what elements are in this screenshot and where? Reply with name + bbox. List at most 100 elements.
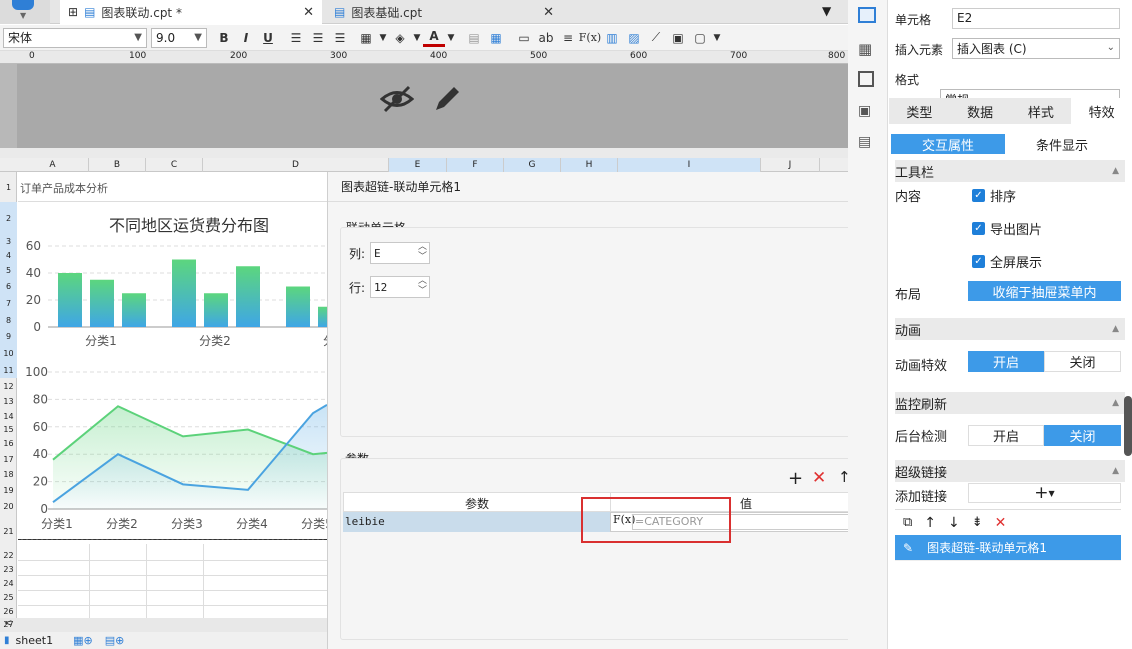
- copy-icon[interactable]: ⧉: [903, 515, 912, 530]
- add-link-button[interactable]: + ▼: [968, 483, 1121, 503]
- text-color-icon[interactable]: A: [423, 29, 445, 47]
- column-header-d[interactable]: D: [203, 158, 389, 172]
- row-header-5[interactable]: 5: [0, 262, 17, 278]
- animation-off-button[interactable]: 关闭: [1044, 351, 1121, 372]
- sheet-tab[interactable]: sheet1: [16, 634, 54, 647]
- row-header-26[interactable]: 26: [0, 604, 17, 618]
- chevron-down-icon[interactable]: ▼: [411, 27, 423, 49]
- column-header-b[interactable]: B: [89, 158, 146, 172]
- italic-button[interactable]: I: [235, 27, 257, 49]
- monitor-on-button[interactable]: 开启: [968, 425, 1044, 446]
- spinner-arrows-icon[interactable]: ︿ ﹀: [418, 276, 427, 296]
- hide-eye-icon[interactable]: [380, 84, 414, 114]
- tab-data[interactable]: 数据: [950, 98, 1011, 124]
- row-header-15[interactable]: 15: [0, 423, 17, 436]
- row-header-16[interactable]: 16: [0, 436, 17, 451]
- richtext-icon[interactable]: ≡: [557, 27, 579, 49]
- design-splitter[interactable]: [0, 148, 848, 158]
- align-left-icon[interactable]: ☰: [285, 27, 307, 49]
- app-menu[interactable]: ▼: [0, 0, 50, 24]
- delete-param-icon[interactable]: ✕: [812, 468, 826, 488]
- tab-list-icon[interactable]: ▼: [822, 4, 831, 18]
- subreport-icon[interactable]: ▣: [667, 27, 689, 49]
- add-sheet-icon[interactable]: ▦⊕: [73, 634, 93, 647]
- monitor-off-button[interactable]: 关闭: [1044, 425, 1121, 446]
- edit-pencil-icon[interactable]: [432, 82, 464, 114]
- chevron-down-icon[interactable]: ▼: [445, 27, 457, 49]
- row-header-1[interactable]: 1: [0, 172, 17, 202]
- row-header-12[interactable]: 12: [0, 378, 17, 394]
- bar-chart[interactable]: 不同地区运货费分布图 0204060分类1分类2分: [18, 200, 327, 360]
- tab-style[interactable]: 样式: [1011, 98, 1072, 124]
- row-header-4[interactable]: 4: [0, 248, 17, 262]
- column-header-j[interactable]: J: [761, 158, 820, 172]
- row-header-22[interactable]: 22: [0, 548, 17, 562]
- tab-chart-linkage[interactable]: ⊞ ▤ 图表联动.cpt * ✕: [60, 0, 322, 24]
- row-spinner[interactable]: 12 ︿ ﹀: [370, 276, 430, 298]
- bar[interactable]: [122, 293, 146, 327]
- column-header-g[interactable]: G: [504, 158, 561, 172]
- add-report-icon[interactable]: ▤⊕: [105, 634, 125, 647]
- font-family-select[interactable]: 宋体 ▼: [3, 27, 147, 48]
- row-header-8[interactable]: 8: [0, 312, 17, 328]
- delete-icon[interactable]: ✕: [995, 515, 1007, 531]
- area-chart[interactable]: 0 20 40 60 80 100 分类1 分类2 分类3 分类4 分类5: [18, 362, 327, 534]
- fill-color-icon[interactable]: ◈: [389, 27, 411, 49]
- row-header-10[interactable]: 10: [0, 344, 17, 362]
- slash-icon[interactable]: ⟋: [645, 27, 667, 49]
- close-icon[interactable]: ✕: [543, 5, 554, 20]
- collapse-icon[interactable]: ▲: [1112, 324, 1119, 334]
- formula-icon[interactable]: F(x): [579, 27, 601, 49]
- row-header-14[interactable]: 14: [0, 409, 17, 423]
- row-header-23[interactable]: 23: [0, 562, 17, 576]
- bar[interactable]: [318, 306, 327, 327]
- horizontal-scrollbar[interactable]: <: [0, 618, 327, 632]
- layout-drawer-button[interactable]: 收缩于抽屉菜单内: [968, 281, 1121, 301]
- font-size-select[interactable]: 9.0 ▼: [151, 27, 207, 48]
- column-header-f[interactable]: F: [447, 158, 504, 172]
- row-header-11[interactable]: 11: [0, 362, 17, 378]
- row-header-7[interactable]: 7: [0, 294, 17, 312]
- row-header-20[interactable]: 20: [0, 498, 17, 514]
- chart-icon[interactable]: ▥: [601, 27, 623, 49]
- spinner-arrows-icon[interactable]: ︿ ﹀: [418, 242, 427, 262]
- tab-type[interactable]: 类型: [889, 98, 950, 124]
- add-param-icon[interactable]: +: [788, 468, 803, 489]
- collapse-icon[interactable]: ▲: [1112, 166, 1119, 176]
- column-header-i[interactable]: I: [618, 158, 761, 172]
- tab-chart-basic[interactable]: ▤ 图表基础.cpt ✕: [326, 0, 562, 24]
- align-center-icon[interactable]: ☰: [307, 27, 329, 49]
- row-header-27[interactable]: 27: [0, 618, 17, 630]
- image-icon[interactable]: ▨: [623, 27, 645, 49]
- chevron-down-icon[interactable]: ▼: [711, 27, 723, 49]
- insert-element-select[interactable]: 插入图表 (C) ⌄: [952, 38, 1120, 59]
- frame-icon[interactable]: ▢: [689, 27, 711, 49]
- cell-a1[interactable]: 订单产品成本分析: [20, 180, 108, 196]
- fullscreen-checkbox[interactable]: ✓ 全屏展示: [972, 252, 1042, 271]
- bar[interactable]: [204, 293, 228, 327]
- cell-attr-icon[interactable]: [858, 7, 876, 23]
- bar[interactable]: [90, 279, 114, 327]
- move-up-icon[interactable]: ↑: [924, 515, 936, 531]
- row-header-19[interactable]: 19: [0, 482, 17, 498]
- float-icon[interactable]: [858, 71, 874, 87]
- tab-interaction[interactable]: 交互属性: [891, 134, 1005, 154]
- bold-button[interactable]: B: [213, 27, 235, 49]
- table-icon[interactable]: ▦: [485, 27, 507, 49]
- bar[interactable]: [172, 259, 196, 328]
- row-header-24[interactable]: 24: [0, 576, 17, 590]
- border-icon[interactable]: ▦: [355, 27, 377, 49]
- insert-cell-icon[interactable]: ▭: [513, 27, 535, 49]
- parameter-design-area[interactable]: [0, 64, 848, 148]
- text-icon[interactable]: ab: [535, 27, 557, 49]
- tab-effects[interactable]: 特效: [1071, 98, 1132, 124]
- column-header-h[interactable]: H: [561, 158, 618, 172]
- widget-icon[interactable]: ▦: [858, 40, 872, 58]
- column-header-a[interactable]: A: [17, 158, 89, 172]
- row-header-3[interactable]: 3: [0, 234, 17, 248]
- row-header-25[interactable]: 25: [0, 590, 17, 604]
- underline-button[interactable]: U: [257, 27, 279, 49]
- column-header-e[interactable]: E: [389, 158, 447, 172]
- tab-condition-display[interactable]: 条件显示: [1005, 134, 1119, 154]
- param-name-cell[interactable]: leibie: [343, 512, 610, 532]
